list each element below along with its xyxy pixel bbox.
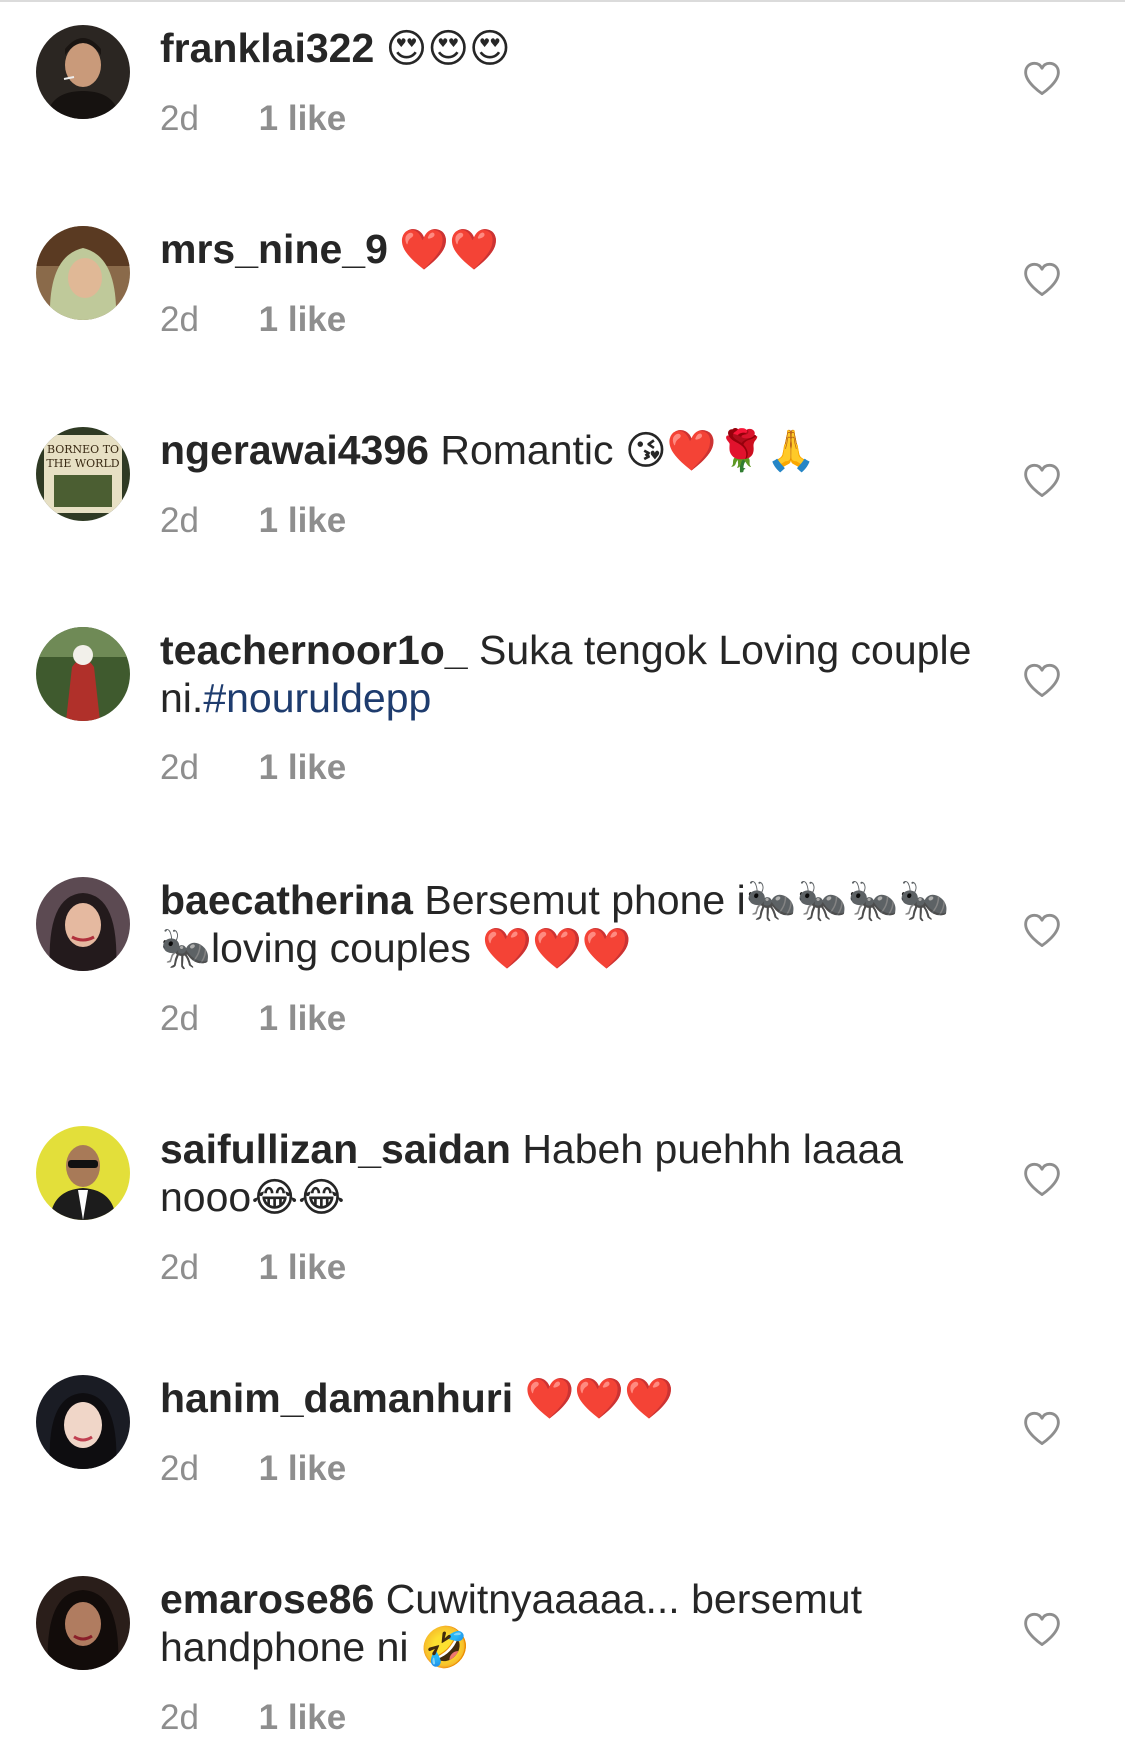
comment-username[interactable]: mrs_nine_9 — [160, 226, 388, 272]
avatar-man-sunglasses-icon — [36, 1126, 130, 1220]
comment-likes[interactable]: 1 like — [259, 1248, 347, 1288]
comment-emoji: 😍😍😍 — [385, 26, 511, 72]
avatar-book-cover-icon: BORNEO TO THE WORLD — [36, 427, 130, 521]
heart-icon[interactable] — [1022, 1611, 1062, 1647]
comment-text: hanim_damanhuri ❤️❤️❤️ — [160, 1374, 980, 1423]
comment-age: 2d — [160, 99, 199, 138]
avatar-woman-dark-hair-icon — [36, 877, 130, 971]
comment-age: 2d — [160, 748, 199, 787]
comment-age: 2d — [160, 1449, 199, 1488]
heart-icon[interactable] — [1022, 1161, 1062, 1197]
avatar-caption-line-2: THE WORLD — [46, 457, 119, 470]
comment-likes[interactable]: 1 like — [259, 99, 347, 139]
comment-text: mrs_nine_9 ❤️❤️ — [160, 225, 980, 274]
comment-text: teachernoor1o_ Suka tengok Loving couple… — [160, 626, 980, 722]
comment-hashtag-link[interactable]: #nouruldepp — [203, 675, 431, 721]
comment-emoji: ❤️❤️❤️ — [524, 1376, 674, 1422]
comment-text: saifullizan_saidan Habeh puehhh laaaa no… — [160, 1125, 980, 1222]
avatar[interactable] — [36, 627, 130, 721]
avatar-caption-line-1: BORNEO TO — [47, 443, 119, 456]
comment-meta: 2d 1 like — [160, 999, 980, 1039]
comment-meta: 2d 1 like — [160, 1698, 980, 1738]
comment-age: 2d — [160, 501, 199, 540]
comment-age: 2d — [160, 999, 199, 1038]
comment-meta: 2d 1 like — [160, 300, 980, 340]
comment-age: 2d — [160, 1698, 199, 1737]
comment-username[interactable]: emarose86 — [160, 1576, 374, 1622]
avatar[interactable] — [36, 25, 130, 119]
top-divider — [0, 0, 1125, 2]
comment-text: emarose86 Cuwitnyaaaaa... bersemut handp… — [160, 1575, 980, 1672]
comment-emoji: 😂😂 — [251, 1175, 345, 1221]
comment-username[interactable]: saifullizan_saidan — [160, 1126, 511, 1172]
comment-meta: 2d 1 like — [160, 501, 980, 541]
comment-age: 2d — [160, 1248, 199, 1287]
avatar[interactable] — [36, 877, 130, 971]
comment-meta: 2d 1 like — [160, 1449, 980, 1489]
comment-body: Romantic — [440, 427, 614, 473]
comment-meta: 2d 1 like — [160, 99, 980, 139]
comment-emoji: 🤣 — [419, 1625, 470, 1671]
heart-icon[interactable] — [1022, 60, 1062, 96]
comment-emoji: 😘❤️🌹🙏 — [624, 428, 817, 474]
comment-age: 2d — [160, 300, 199, 339]
avatar-woman-red-dress-icon — [36, 627, 130, 721]
avatar[interactable] — [36, 1126, 130, 1220]
heart-icon[interactable] — [1022, 662, 1062, 698]
comment-likes[interactable]: 1 like — [259, 748, 347, 788]
avatar-woman-selfie-icon — [36, 1375, 130, 1469]
comment-username[interactable]: teachernoor1o_ — [160, 627, 468, 673]
comment-text: ngerawai4396 Romantic 😘❤️🌹🙏 — [160, 426, 980, 475]
comment-username[interactable]: hanim_damanhuri — [160, 1375, 513, 1421]
avatar[interactable] — [36, 1375, 130, 1469]
comment-emoji: ❤️❤️ — [399, 227, 499, 273]
comment-text: franklai322 😍😍😍 — [160, 24, 980, 73]
comment-likes[interactable]: 1 like — [259, 300, 347, 340]
heart-icon[interactable] — [1022, 912, 1062, 948]
avatar[interactable] — [36, 226, 130, 320]
comment-username[interactable]: baecatherina — [160, 877, 413, 923]
comment-username[interactable]: ngerawai4396 — [160, 427, 429, 473]
avatar-woman-dark-background-icon — [36, 1576, 130, 1670]
comment-likes[interactable]: 1 like — [259, 999, 347, 1039]
comment-likes[interactable]: 1 like — [259, 501, 347, 541]
comment-username[interactable]: franklai322 — [160, 25, 374, 71]
avatar[interactable] — [36, 1576, 130, 1670]
comment-meta: 2d 1 like — [160, 1248, 980, 1288]
comment-likes[interactable]: 1 like — [259, 1449, 347, 1489]
avatar[interactable]: BORNEO TO THE WORLD — [36, 427, 130, 521]
heart-icon[interactable] — [1022, 261, 1062, 297]
heart-icon[interactable] — [1022, 1410, 1062, 1446]
comment-text: baecatherina Bersemut phone i🐜🐜🐜🐜🐜loving… — [160, 876, 980, 973]
avatar-man-dark-outfit-icon — [36, 25, 130, 119]
comment-emoji: ❤️❤️❤️ — [482, 926, 632, 972]
avatar-woman-hijab-icon — [36, 226, 130, 320]
comment-meta: 2d 1 like — [160, 748, 980, 788]
heart-icon[interactable] — [1022, 462, 1062, 498]
comment-likes[interactable]: 1 like — [259, 1698, 347, 1738]
